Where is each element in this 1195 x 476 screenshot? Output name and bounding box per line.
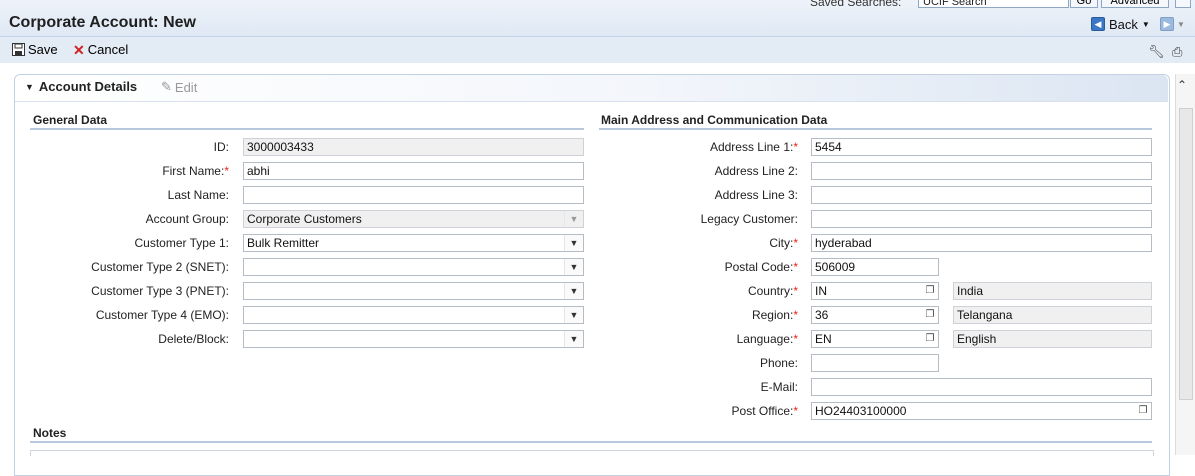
region-description: Telangana [953,306,1152,324]
cancel-icon: ✕ [73,41,85,58]
go-button[interactable]: Go [1070,0,1098,8]
account-group-select: Corporate Customers ▼ [243,210,584,228]
back-label: Back [1109,16,1138,32]
language-description: English [953,330,1152,348]
address-line-2-label: Address Line 2: [714,164,798,178]
phone-label: Phone: [759,356,798,370]
country-label: Country:* [747,284,798,298]
delete-block-select[interactable]: ▼ [243,330,584,348]
print-icon[interactable]: ⎙ [1172,44,1182,60]
city-field[interactable]: hyderabad [811,234,1152,252]
legacy-customer-field[interactable] [811,210,1152,228]
saved-searches-select[interactable]: UCIF Search [918,0,1069,8]
dropdown-arrow-icon: ▼ [564,211,583,227]
forward-button[interactable]: ▶ ▼ [1160,15,1185,33]
forward-arrow-icon: ▶ [1160,17,1174,31]
email-field[interactable] [811,378,1152,396]
saved-searches-value: UCIF Search [923,0,987,8]
notes-heading: Notes [33,426,67,440]
customer-type-3-label: Customer Type 3 (PNET): [91,284,229,298]
save-icon [12,43,25,56]
save-button[interactable]: Save [12,42,58,57]
dropdown-arrow-icon[interactable]: ▼ [564,307,583,323]
id-label: ID: [213,140,229,154]
customer-type-3-select[interactable]: ▼ [243,282,584,300]
first-name-field[interactable]: abhi [243,162,584,180]
address-line-3-field[interactable] [811,186,1152,204]
dropdown-arrow-icon[interactable]: ▼ [564,235,583,251]
post-office-field[interactable]: HO24403100000 ❐ [811,402,1152,420]
customer-type-1-label: Customer Type 1: [134,236,230,250]
wrench-icon[interactable]: 🔧︎ [1148,44,1165,60]
saved-searches-label: Saved Searches: [810,0,902,9]
value-help-icon[interactable]: ❐ [923,308,937,322]
email-label: E-Mail: [760,380,798,394]
scroll-thumb[interactable] [1179,108,1193,400]
cancel-button[interactable]: ✕ Cancel [73,42,128,57]
save-label: Save [28,42,58,57]
postal-code-field[interactable]: 506009 [811,258,939,276]
value-help-icon[interactable]: ❐ [923,332,937,346]
advanced-button[interactable]: Advanced [1101,0,1169,8]
customer-type-2-label: Customer Type 2 (SNET): [91,260,229,274]
edit-button[interactable]: ✎ Edit [161,79,197,95]
edit-label: Edit [174,79,198,95]
region-field[interactable]: 36 ❐ [811,306,939,324]
section-divider [599,128,1152,130]
dropdown-arrow-icon[interactable]: ▼ [564,283,583,299]
collapse-triangle-icon: ▼ [25,81,34,92]
legacy-customer-label: Legacy Customer: [700,212,798,226]
value-help-icon[interactable]: ❐ [1136,404,1150,418]
language-field[interactable]: EN ❐ [811,330,939,348]
postal-code-label: Postal Code:* [724,260,798,274]
general-data-heading: General Data [33,113,108,127]
edit-pencil-icon: ✎ [161,79,172,94]
back-arrow-icon: ◀ [1091,17,1105,31]
toolbar [0,37,1195,63]
account-details-toggle[interactable]: ▼ Account Details [25,79,137,94]
personalize-icon[interactable] [1175,0,1191,8]
customer-type-4-select[interactable]: ▼ [243,306,584,324]
city-label: City:* [769,236,798,250]
account-group-label: Account Group: [145,212,229,226]
section-divider [30,128,584,130]
delete-block-label: Delete/Block: [158,332,229,346]
address-line-3-label: Address Line 3: [714,188,798,202]
notes-textarea[interactable] [30,450,1154,456]
address-line-1-field[interactable]: 5454 [811,138,1152,156]
address-heading: Main Address and Communication Data [601,113,828,127]
address-line-1-label: Address Line 1:* [709,140,798,154]
phone-field[interactable] [811,354,939,372]
value-help-icon[interactable]: ❐ [923,284,937,298]
id-field: 3000003433 [243,138,584,156]
customer-type-1-select[interactable]: Bulk Remitter ▼ [243,234,584,252]
region-label: Region:* [751,308,798,322]
customer-type-2-select[interactable]: ▼ [243,258,584,276]
dropdown-arrow-icon[interactable]: ▼ [564,331,583,347]
back-button[interactable]: ◀ Back ▼ [1091,15,1150,33]
chevron-down-icon: ▼ [1177,19,1185,29]
last-name-label: Last Name: [167,188,229,202]
customer-type-4-label: Customer Type 4 (EMO): [95,308,229,322]
country-description: India [953,282,1152,300]
page-title: Corporate Account: New [9,14,196,31]
country-field[interactable]: IN ❐ [811,282,939,300]
cancel-label: Cancel [87,42,129,57]
language-label: Language:* [736,332,798,346]
panel-title: Account Details [38,79,138,94]
scroll-up-icon[interactable]: ⌃ [1177,78,1187,92]
section-divider [30,441,1152,443]
last-name-field[interactable] [243,186,584,204]
chevron-down-icon: ▼ [1141,19,1150,29]
post-office-label: Post Office:* [731,404,798,418]
address-line-2-field[interactable] [811,162,1152,180]
first-name-label: First Name:* [162,164,229,178]
dropdown-arrow-icon[interactable]: ▼ [564,259,583,275]
